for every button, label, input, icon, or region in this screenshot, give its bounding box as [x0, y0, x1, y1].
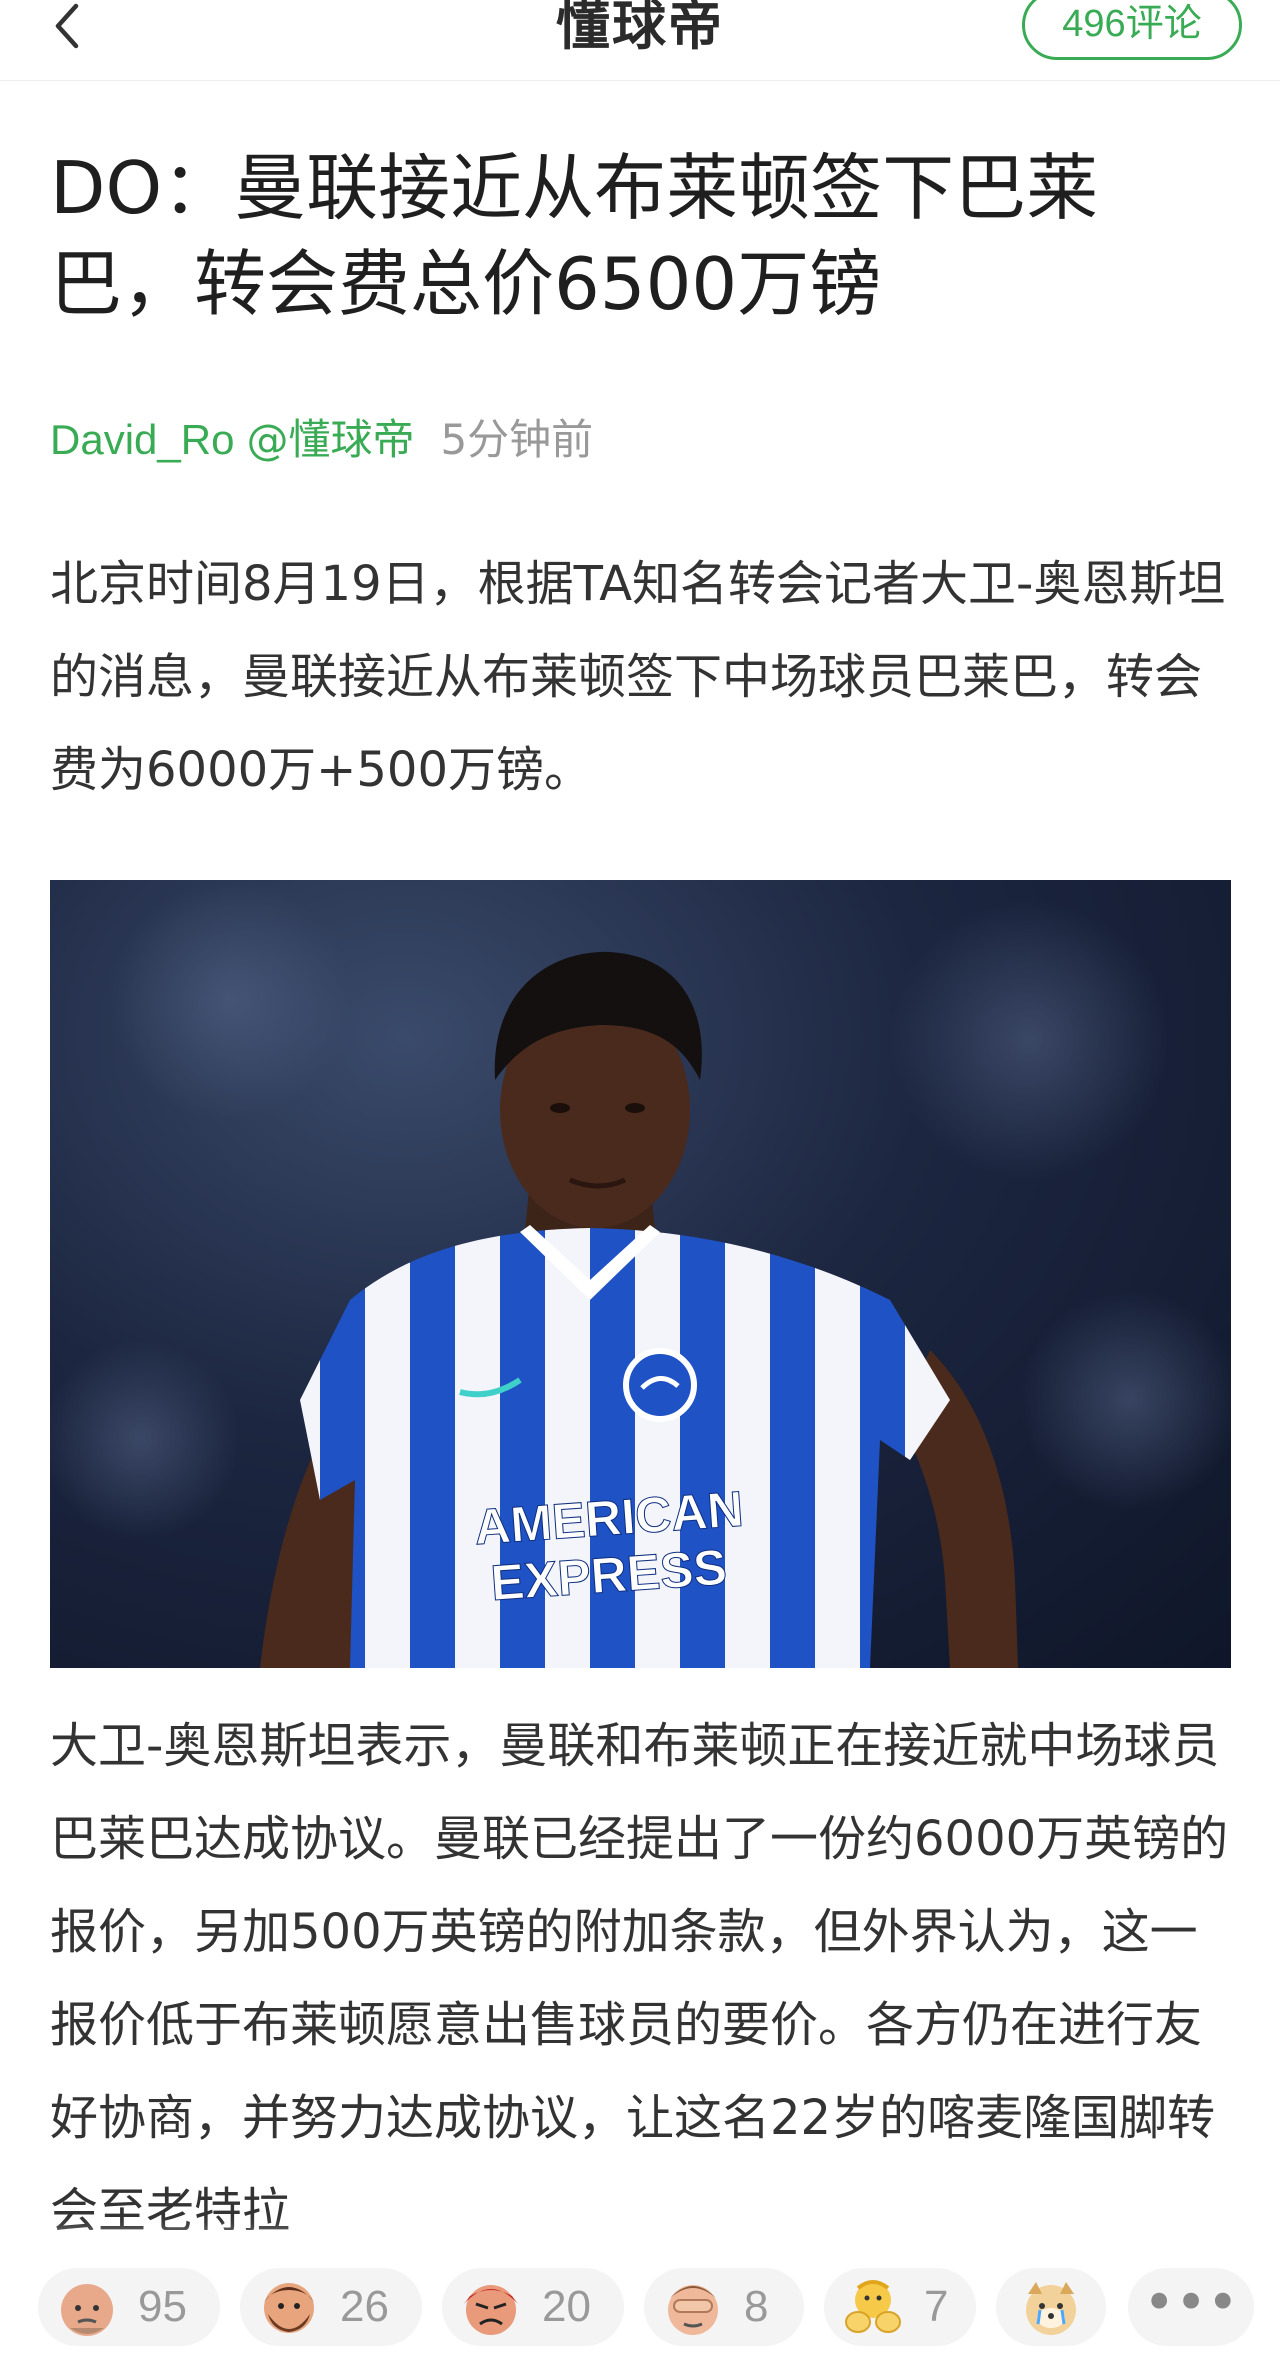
reaction-count: 95: [138, 2282, 187, 2331]
comments-label: 评论: [1125, 1, 1202, 45]
top-bar: 懂球帝 496评论: [0, 0, 1280, 81]
more-reactions-button[interactable]: •••: [1128, 2268, 1254, 2346]
reactions-bar: 95 26 20 8 7 •••: [0, 2248, 1280, 2366]
reaction-count: 26: [340, 2282, 389, 2331]
comments-button[interactable]: 496评论: [1022, 0, 1242, 60]
reaction-clapping[interactable]: 7: [824, 2268, 976, 2346]
reaction-crying-dog[interactable]: [996, 2268, 1106, 2346]
crying-dog-emoji-icon: [1026, 2282, 1076, 2335]
article-byline: David_Ro @懂球帝 5分钟前: [50, 410, 593, 470]
author-name[interactable]: David_Ro: [50, 416, 234, 463]
article-photo[interactable]: AMERICAN EXPRESS: [50, 880, 1231, 1668]
publish-time: 5分钟前: [440, 415, 594, 464]
reaction-angry-face[interactable]: 20: [442, 2268, 624, 2346]
bald-face-emoji-icon: [61, 2284, 113, 2336]
reaction-count: 7: [924, 2282, 949, 2331]
article-headline: DO：曼联接近从布莱顿签下巴莱巴，转会费总价6500万镑: [50, 146, 1099, 326]
comments-count: 496: [1062, 3, 1126, 45]
reaction-count: 20: [542, 2282, 591, 2331]
reaction-bearded-face[interactable]: 26: [240, 2268, 422, 2346]
reaction-bald-face[interactable]: 95: [38, 2268, 220, 2346]
facepalm-emoji-icon: [668, 2285, 718, 2335]
article-paragraph-2: 大卫-奥恩斯坦表示，曼联和布莱顿正在接近就中场球员巴莱巴达成协议。曼联已经提出了…: [50, 1718, 1229, 2230]
player-photo-illustration: AMERICAN EXPRESS: [50, 880, 1231, 1668]
clapping-hands-emoji-icon: [845, 2280, 901, 2333]
article-paragraph-1: 北京时间8月19日，根据TA知名转会记者大卫-奥恩斯坦的消息，曼联接近从布莱顿签…: [50, 556, 1226, 798]
angry-face-emoji-icon: [464, 2285, 518, 2335]
source-name[interactable]: @懂球帝: [246, 415, 414, 464]
bearded-face-emoji-icon: [264, 2283, 314, 2333]
reaction-facepalm[interactable]: 8: [644, 2268, 804, 2346]
reaction-count: 8: [744, 2282, 769, 2331]
